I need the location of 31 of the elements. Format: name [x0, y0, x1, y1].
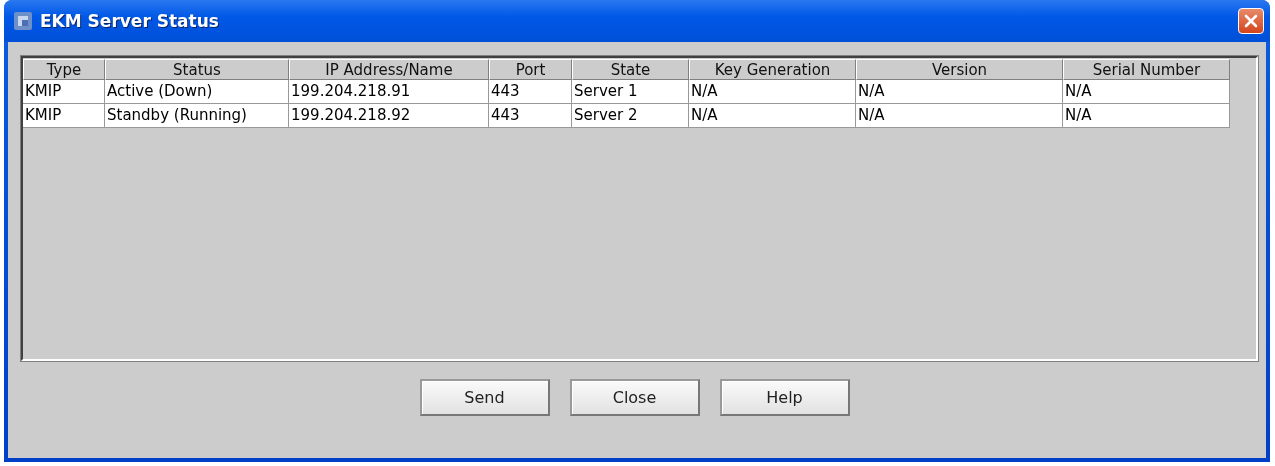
table-cell: Server 2 [572, 104, 689, 128]
table-cell: 199.204.218.92 [289, 104, 489, 128]
table-cell: N/A [1063, 104, 1230, 128]
column-header[interactable]: Port [489, 59, 572, 80]
app-icon [14, 12, 32, 30]
column-header[interactable]: Version [856, 59, 1063, 80]
table-cell: KMIP [23, 80, 105, 104]
table-cell: N/A [689, 80, 856, 104]
table-cell: Active (Down) [105, 80, 289, 104]
column-header[interactable]: Key Generation [689, 59, 856, 80]
close-button[interactable] [1238, 8, 1264, 34]
column-header[interactable]: IP Address/Name [289, 59, 489, 80]
dialog-button[interactable]: Close [569, 379, 700, 416]
column-header[interactable]: Type [23, 59, 105, 80]
table-cell: 443 [489, 80, 572, 104]
table-cell: 443 [489, 104, 572, 128]
table-cell: N/A [856, 104, 1063, 128]
column-header[interactable]: Serial Number [1063, 59, 1230, 80]
table-cell: N/A [1063, 80, 1230, 104]
table-cell: N/A [856, 80, 1063, 104]
dialog-button[interactable]: Help [719, 379, 850, 416]
close-icon [1244, 14, 1258, 28]
table-cell: KMIP [23, 104, 105, 128]
dialog-button[interactable]: Send [419, 379, 550, 416]
table-cell: Server 1 [572, 80, 689, 104]
table-cell: 199.204.218.91 [289, 80, 489, 104]
column-header[interactable]: Status [105, 59, 289, 80]
window-title: EKM Server Status [40, 11, 220, 31]
table-cell: Standby (Running) [105, 104, 289, 128]
table-cell: N/A [689, 104, 856, 128]
column-header[interactable]: State [572, 59, 689, 80]
